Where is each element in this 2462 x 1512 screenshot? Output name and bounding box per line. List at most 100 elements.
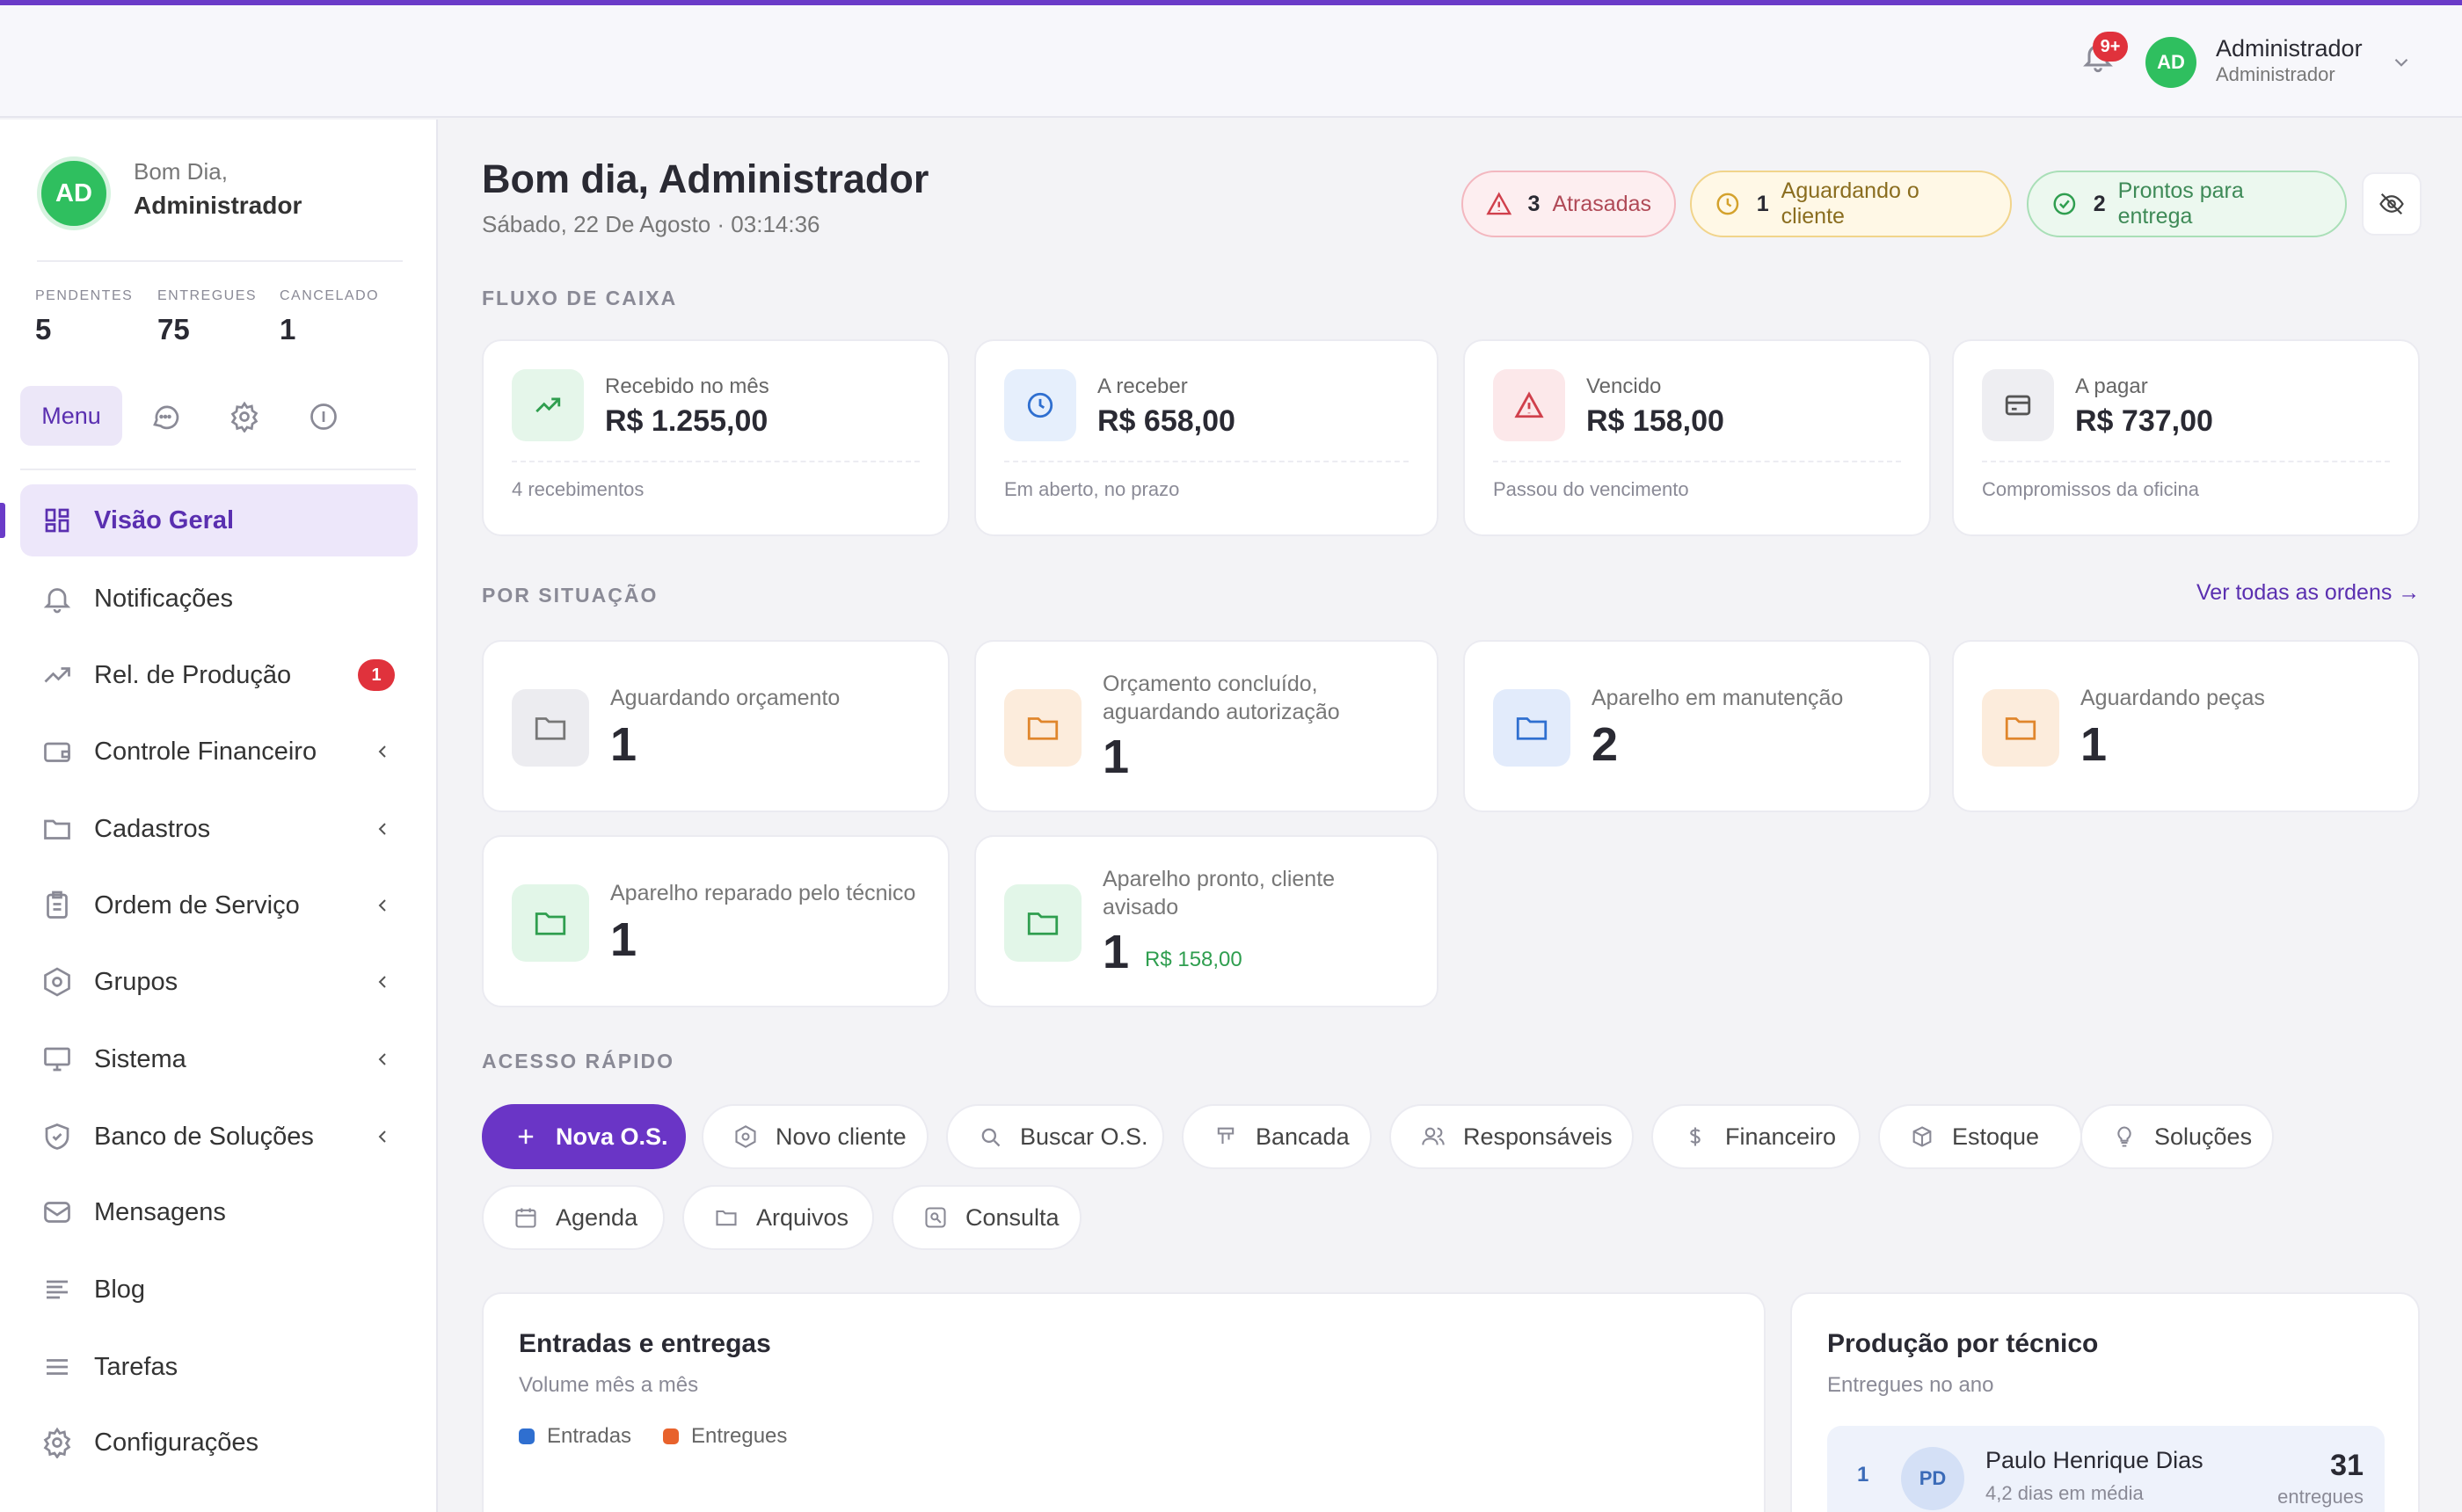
trending-up-icon (535, 397, 561, 413)
dollar-icon (1690, 1127, 1701, 1146)
search-doc-icon (925, 1207, 946, 1228)
status-card-reparado[interactable]: Aparelho reparado pelo técnico 1 (482, 835, 950, 1007)
sidebar-item-cadastros[interactable]: Cadastros (20, 793, 418, 865)
ranking-row[interactable]: 1 PD Paulo Henrique Dias 4,2 dias em méd… (1827, 1426, 2385, 1512)
button-label: Responsáveis (1463, 1123, 1613, 1150)
divider (1004, 461, 1409, 462)
calendar-icon (515, 1208, 536, 1228)
solucoes-button[interactable]: Soluções (2080, 1104, 2274, 1169)
sidebar-item-visao-geral[interactable]: Visão Geral (20, 484, 418, 556)
folder-icon (535, 717, 566, 740)
stat-label: PENDENTES (35, 288, 134, 303)
card-value: R$ 658,00 (1097, 404, 1235, 438)
legend-entradas[interactable]: Entradas (519, 1424, 631, 1449)
stat-label: CANCELADO (280, 288, 380, 303)
sidebar-item-label: Visão Geral (94, 505, 235, 534)
sidebar-item-blog[interactable]: Blog (20, 1254, 418, 1326)
sidebar-item-banco-solucoes[interactable]: Banco de Soluções (20, 1101, 418, 1173)
chat-icon[interactable] (149, 401, 181, 433)
box-icon (1912, 1126, 1932, 1147)
clock-icon (1027, 392, 1053, 418)
production-card: Produção por técnico Entregues no ano 1 … (1790, 1292, 2420, 1512)
icon-box (1004, 689, 1082, 767)
stat-cancelado: CANCELADO 1 (280, 288, 379, 346)
sidebar-item-configuracoes[interactable]: Configurações (20, 1407, 418, 1479)
pill-prontos[interactable]: 2 Prontos para entrega (2027, 171, 2347, 237)
pill-atrasadas[interactable]: 3 Atrasadas (1461, 171, 1676, 237)
icon-box (1004, 884, 1082, 962)
new-os-button[interactable]: Nova O.S. (482, 1104, 686, 1169)
cash-card-recebido[interactable]: Recebido no mês R$ 1.255,00 4 recebiment… (482, 339, 950, 536)
status-card-aguardando-pecas[interactable]: Aguardando peças 1 (1952, 640, 2420, 812)
sidebar-item-financeiro[interactable]: Controle Financeiro (20, 716, 418, 788)
legend-label: Entregues (691, 1424, 788, 1448)
divider (1982, 461, 2390, 462)
status-value: 1 (1103, 926, 1130, 978)
status-value: 1 (610, 718, 637, 771)
status-card-orcamento-concluido[interactable]: Orçamento concluído, aguardando autoriza… (974, 640, 1439, 812)
wallet-icon (44, 742, 70, 762)
responsaveis-button[interactable]: Responsáveis (1389, 1104, 1634, 1169)
cash-card-vencido[interactable]: Vencido R$ 158,00 Passou do vencimento (1463, 339, 1931, 536)
sidebar-item-ordem-servico[interactable]: Ordem de Serviço (20, 869, 418, 941)
status-card-em-manutencao[interactable]: Aparelho em manutenção 2 (1463, 640, 1931, 812)
status-card-pronto[interactable]: Aparelho pronto, cliente avisado 1 R$ 15… (974, 835, 1439, 1007)
status-label: Orçamento concluído, aguardando autoriza… (1103, 672, 1340, 724)
menu-tab[interactable]: Menu (20, 386, 122, 446)
button-label: Novo cliente (776, 1123, 907, 1150)
legend-swatch (519, 1428, 535, 1444)
legend-swatch (663, 1428, 679, 1444)
sidebar-item-producao[interactable]: Rel. de Produção 1 (20, 639, 418, 711)
sidebar-item-sistema[interactable]: Sistema (20, 1023, 418, 1095)
consulta-button[interactable]: Consulta (892, 1185, 1082, 1250)
check-circle-icon (2053, 193, 2076, 215)
divider (37, 260, 403, 262)
new-client-button[interactable]: Novo cliente (702, 1104, 929, 1169)
arquivos-button[interactable]: Arquivos (682, 1185, 874, 1250)
chevron-left-icon (378, 976, 386, 988)
status-label: Aparelho reparado pelo técnico (610, 881, 916, 905)
sidebar-item-tarefas[interactable]: Tarefas (20, 1331, 418, 1403)
view-all-orders-link[interactable]: Ver todas as ordens → (2196, 580, 2420, 606)
icon-box (512, 689, 589, 767)
pill-label: Atrasadas (1552, 191, 1651, 216)
button-label: Buscar O.S. (1020, 1123, 1148, 1150)
technician-avatar: PD (1901, 1447, 1964, 1510)
warning-icon (1514, 391, 1544, 418)
clock-icon (1716, 193, 1739, 215)
folder-icon (716, 1210, 737, 1226)
rank-number: 1 (1857, 1463, 1869, 1487)
agenda-button[interactable]: Agenda (482, 1185, 665, 1250)
status-label: Aguardando orçamento (610, 686, 841, 710)
chevron-down-icon[interactable] (2390, 51, 2413, 74)
cash-card-a-pagar[interactable]: A pagar R$ 737,00 Compromissos da oficin… (1952, 339, 2420, 536)
divider (20, 469, 416, 470)
search-os-button[interactable]: Buscar O.S. (946, 1104, 1164, 1169)
sidebar: AD Bom Dia, Administrador PENDENTES 5 EN… (0, 120, 438, 1512)
sidebar-item-label: Ordem de Serviço (94, 890, 300, 920)
card-sub: Compromissos da oficina (1982, 478, 2199, 500)
sidebar-item-grupos[interactable]: Grupos (20, 946, 418, 1018)
estoque-button[interactable]: Estoque (1878, 1104, 2082, 1169)
info-icon[interactable] (308, 401, 339, 433)
cash-card-a-receber[interactable]: A receber R$ 658,00 Em aberto, no prazo (974, 339, 1439, 536)
pill-aguardando[interactable]: 1 Aguardando o cliente (1690, 171, 2012, 237)
icon-box (1493, 369, 1565, 441)
card-sub: Passou do vencimento (1493, 478, 1689, 500)
gear-icon[interactable] (229, 401, 260, 433)
legend-entregues[interactable]: Entregues (663, 1424, 787, 1449)
user-name[interactable]: Administrador (2216, 35, 2363, 62)
hide-values-button[interactable] (2362, 172, 2422, 236)
sidebar-item-notificacoes[interactable]: Notificações (20, 563, 418, 635)
card-label: A pagar (2075, 374, 2148, 398)
avatar[interactable]: AD (2145, 37, 2196, 88)
card-label: Recebido no mês (605, 374, 769, 398)
status-card-aguardando-orcamento[interactable]: Aguardando orçamento 1 (482, 640, 950, 812)
lightbulb-icon (2117, 1126, 2131, 1147)
sidebar-item-mensagens[interactable]: Mensagens (20, 1176, 418, 1248)
card-sub: Em aberto, no prazo (1004, 478, 1180, 500)
sidebar-item-label: Notificações (94, 584, 233, 613)
bench-button[interactable]: Bancada (1182, 1104, 1372, 1169)
stat-value: 75 (157, 313, 190, 345)
financeiro-button[interactable]: Financeiro (1651, 1104, 1861, 1169)
